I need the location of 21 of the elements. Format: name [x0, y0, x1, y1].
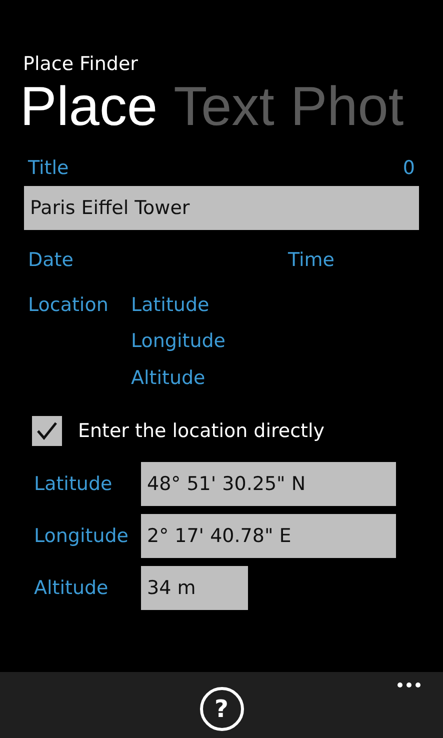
field-label: Latitude	[34, 473, 112, 495]
field-label: Altitude	[131, 366, 206, 391]
pivot-tab[interactable]: Place	[20, 74, 158, 138]
help-button[interactable]: ?	[200, 687, 244, 731]
checkbox-label: Enter the location directly	[78, 419, 325, 444]
field-label: Longitude	[131, 329, 226, 354]
field-label: Altitude	[34, 577, 108, 599]
field-label: Longitude	[34, 525, 128, 547]
more-icon[interactable]	[397, 682, 421, 688]
coordinate-field[interactable]: 2° 17' 40.78" E	[141, 514, 396, 558]
field-label: Latitude	[131, 292, 210, 318]
coordinate-field[interactable]: 34 m	[141, 566, 248, 610]
app-title: Place Finder	[23, 52, 139, 77]
field-label: Location	[28, 294, 108, 316]
checkbox[interactable]	[32, 416, 62, 446]
title-field[interactable]: Paris Eiffel Tower	[24, 186, 419, 230]
field-label: Date	[28, 249, 74, 272]
character-count: 0	[402, 156, 415, 181]
coordinate-field[interactable]: 48° 51' 30.25" N	[141, 462, 396, 506]
field-label: Time	[288, 248, 334, 274]
field-label: Title	[28, 156, 69, 181]
